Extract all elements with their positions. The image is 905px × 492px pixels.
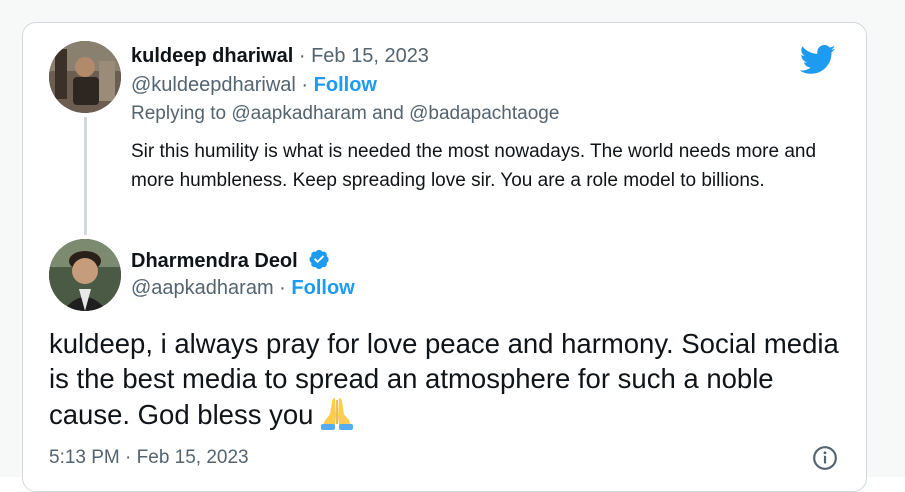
main-tweet-text: kuldeep, i always pray for love peace an… <box>49 328 839 430</box>
twitter-bird-icon[interactable] <box>800 45 836 75</box>
tweet-card[interactable]: kuldeep dhariwal · Feb 15, 2023 @kuldeep… <box>22 22 867 492</box>
separator-dot: · <box>279 277 286 299</box>
quoted-handle[interactable]: @kuldeepdhariwal <box>131 74 296 96</box>
separator-dot: · <box>301 74 309 96</box>
replying-prefix: Replying to <box>131 103 227 124</box>
thread-connector-line <box>84 117 87 235</box>
follow-kuldeep-button[interactable]: Follow <box>314 74 377 96</box>
main-handle-row: @aapkadharam · Follow <box>131 277 355 300</box>
main-author-row: Dharmendra Deol <box>131 248 330 273</box>
replying-and: and <box>372 103 404 124</box>
main-handle[interactable]: @aapkadharam <box>131 277 274 299</box>
quoted-date[interactable]: Feb 15, 2023 <box>311 45 429 67</box>
verified-badge-icon <box>309 249 329 270</box>
separator-dot: · <box>298 45 306 67</box>
avatar-kuldeep[interactable] <box>49 41 121 113</box>
quoted-author-name[interactable]: kuldeep dhariwal <box>131 45 293 67</box>
info-icon[interactable] <box>812 445 838 471</box>
mention-badapachtaoge[interactable]: @badapachtaoge <box>409 103 559 124</box>
folded-hands-icon <box>321 398 354 430</box>
main-tweet-text-block: kuldeep, i always pray for love peace an… <box>49 326 849 432</box>
avatar-dharmendra[interactable] <box>49 239 121 311</box>
quoted-handle-row: @kuldeepdhariwal · Follow <box>131 74 377 97</box>
mention-aapkadharam[interactable]: @aapkadharam <box>231 103 366 124</box>
main-author-name[interactable]: Dharmendra Deol <box>131 250 298 272</box>
replying-to-line: Replying to @aapkadharam and @badapachta… <box>131 103 559 125</box>
quoted-author-row: kuldeep dhariwal · Feb 15, 2023 <box>131 45 429 68</box>
tweet-timestamp[interactable]: 5:13 PM · Feb 15, 2023 <box>49 447 249 469</box>
follow-dharmendra-button[interactable]: Follow <box>291 277 354 299</box>
quoted-tweet-text: Sir this humility is what is needed the … <box>131 141 817 191</box>
